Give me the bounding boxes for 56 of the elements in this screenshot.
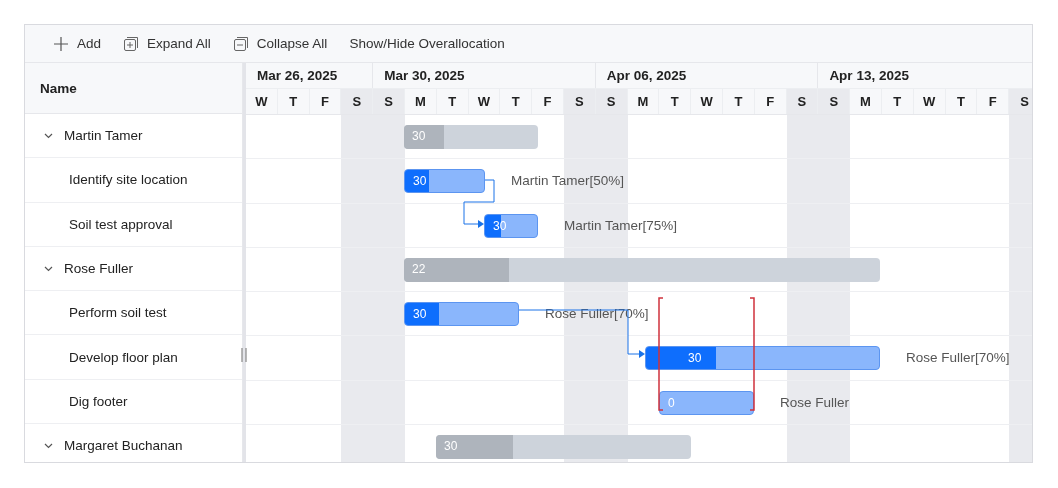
day-header: T [659,89,692,114]
day-header: W [913,89,946,114]
task-name: Dig footer [69,393,128,409]
task-name: Develop floor plan [69,349,178,365]
day-header: S [1009,89,1032,114]
task-bar[interactable]: 30 [404,169,485,194]
task-name: Identify site location [69,172,188,188]
day-header: S [595,89,628,114]
column-header[interactable]: Name [40,80,77,96]
chevron-icon[interactable] [44,442,53,449]
day-header: F [532,89,564,114]
task-bar[interactable]: 30 [404,302,519,327]
day-header: S [818,89,851,114]
chevron-icon[interactable] [44,132,53,139]
resource-label: Martin Tamer[75%] [564,217,678,233]
chevron-icon[interactable] [44,265,53,272]
task-bar[interactable]: 30 [484,213,538,238]
day-header: T [881,89,914,114]
task-name: Martin Tamer [64,128,143,144]
task-name: Perform soil test [69,305,167,321]
splitter-grip-icon[interactable] [241,348,247,362]
toolbar-button[interactable]: Show/Hide Overallocation [341,32,513,55]
plus-icon [53,35,69,52]
collapse-icon [232,35,249,52]
toolbar-button[interactable]: Add [45,31,110,56]
week-header: Mar 30, 2025 [373,63,596,88]
day-header: W [246,89,278,114]
day-header: T [722,89,755,114]
day-header: S [341,89,374,114]
day-header: W [691,89,723,114]
resource-label: Rose Fuller[70%] [906,350,1010,366]
week-header: Apr 06, 2025 [595,63,819,88]
task-name: Rose Fuller [64,261,134,277]
day-header: T [945,89,978,114]
day-header: S [786,89,819,114]
day-header: T [277,89,310,114]
day-header: F [754,89,787,114]
task-name: Margaret Buchanan [64,438,183,454]
resource-label: Rose Fuller [780,394,850,410]
dependency-connector [463,179,495,228]
day-header: T [500,89,533,114]
toolbar-button[interactable]: Expand All [115,31,219,56]
resource-label: Martin Tamer[50%] [511,173,625,189]
day-header: S [563,89,596,114]
task-name: Soil test approval [69,216,173,232]
task-bar[interactable]: 30 [645,346,880,371]
day-header: T [436,89,469,114]
day-header: S [373,89,405,114]
day-header: M [627,89,660,114]
toolbar-button[interactable]: Collapse All [224,31,336,56]
week-header: Apr 13, 2025 [818,63,1032,88]
day-header: M [850,89,882,114]
expand-icon [123,35,140,52]
day-header: M [405,89,437,114]
day-header: W [468,89,501,114]
week-header: Mar 26, 2025 [246,63,374,88]
